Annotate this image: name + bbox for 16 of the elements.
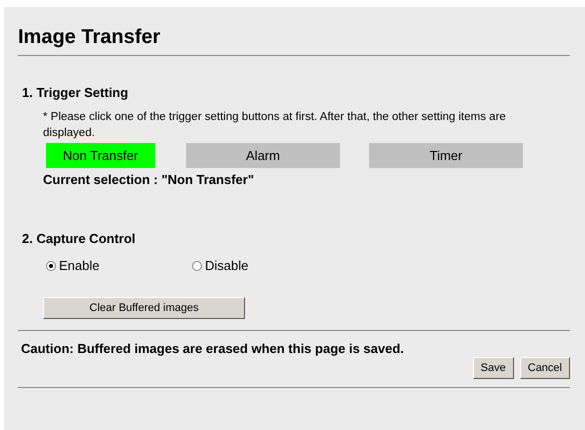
radio-label: Enable — [59, 258, 100, 273]
instruction-text: * Please click one of the trigger setting buttons at first. After that, the other setting items are displayed. — [43, 110, 507, 141]
section-heading: 2. Capture Control — [22, 231, 136, 246]
action-button[interactable]: Save — [472, 357, 514, 379]
action-button[interactable]: Cancel — [520, 357, 570, 379]
caution-text: Caution: Buffered images are erased when this page is saved. — [21, 341, 405, 356]
radio-button[interactable] — [46, 260, 56, 270]
radio-button[interactable] — [192, 260, 202, 270]
trigger-button[interactable]: Timer — [369, 143, 523, 168]
radio-label: Disable — [205, 258, 248, 273]
section-heading: 1. Trigger Setting — [22, 85, 130, 100]
page-title: Image Transfer — [18, 25, 162, 49]
clear-button[interactable]: Clear Buffered images — [43, 297, 245, 319]
current-selection: Current selection : "Non Transfer" — [43, 172, 255, 187]
trigger-button[interactable]: Non Transfer — [46, 143, 155, 168]
trigger-button[interactable]: Alarm — [186, 143, 340, 168]
